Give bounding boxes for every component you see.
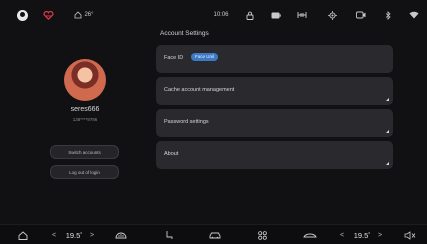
signal-strength-icon (296, 9, 308, 21)
status-bar: 26° 10:06 (0, 0, 427, 30)
settings-item-cache-account[interactable]: Cache account management (156, 77, 393, 105)
bluetooth-icon (383, 9, 393, 21)
settings-item-label: Password settings (164, 119, 209, 125)
lock-icon[interactable] (245, 9, 255, 21)
left-temperature-value: 19.5 (65, 230, 81, 240)
log-out-button[interactable]: Log out of login (50, 165, 119, 179)
degree-symbol: ° (368, 232, 371, 238)
expand-corner-icon (386, 162, 389, 165)
battery-icon (270, 9, 282, 21)
right-temperature: 19.5 ° (350, 229, 374, 241)
settings-item-label: About (164, 151, 179, 157)
settings-item-label: Cache account management (164, 87, 235, 93)
left-temp-decrease-button[interactable]: < (50, 229, 58, 241)
expand-corner-icon (386, 98, 389, 101)
profile-username: seres666 (70, 106, 100, 113)
settings-item-label: Face ID (164, 55, 184, 61)
right-temperature-value: 19.5 (353, 230, 369, 240)
volume-icon[interactable] (403, 229, 417, 241)
expand-corner-icon (386, 130, 389, 133)
left-temperature: 19.5 ° (62, 229, 86, 241)
ventilation-icon[interactable] (302, 229, 318, 241)
car-ui-screen: 26° 10:06 seres666 138****9786 Switch ac… (0, 0, 427, 244)
profile-user-id: 138****9786 (72, 117, 98, 122)
apps-grid-icon[interactable] (256, 229, 268, 241)
degree-symbol: ° (80, 232, 83, 238)
home-icon (75, 11, 82, 19)
wifi-icon (408, 9, 420, 21)
settings-item-face-id[interactable]: Face ID Face Unil (156, 45, 393, 73)
settings-item-about[interactable]: About (156, 141, 393, 169)
right-temp-increase-button[interactable]: > (376, 229, 384, 241)
section-title: Account Settings (160, 30, 209, 37)
gps-icon (326, 9, 338, 21)
switch-accounts-button[interactable]: Switch accounts (50, 145, 119, 159)
heart-icon[interactable] (42, 9, 54, 21)
face-id-status-badge: Face Unil (191, 53, 219, 61)
profile-avatar[interactable] (64, 59, 106, 101)
home-button-icon[interactable] (17, 229, 29, 241)
user-avatar-icon[interactable] (15, 9, 29, 21)
settings-item-password[interactable]: Password settings (156, 109, 393, 137)
left-temp-increase-button[interactable]: > (88, 229, 96, 241)
dashcam-icon (355, 9, 367, 21)
weather-indicator: 26° (71, 9, 97, 21)
seat-heating-icon[interactable] (163, 229, 175, 241)
defrost-icon[interactable] (114, 229, 128, 241)
right-temp-decrease-button[interactable]: < (338, 229, 346, 241)
outside-temperature: 26° (84, 12, 94, 18)
car-icon[interactable] (208, 229, 222, 241)
clock: 10:06 (213, 12, 229, 18)
